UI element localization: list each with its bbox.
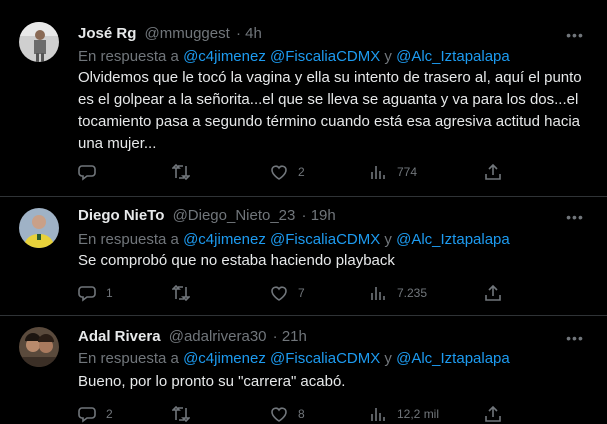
reply-button[interactable] (78, 162, 106, 182)
mention-link[interactable]: @c4jimenez (183, 48, 266, 65)
like-button[interactable]: 7 (270, 283, 305, 303)
timestamp[interactable]: · 21h (273, 328, 307, 345)
reply-context: En respuesta a @c4jimenez @FiscaliaCDMX … (78, 349, 510, 369)
more-icon[interactable]: ••• (565, 331, 585, 351)
user-handle[interactable]: @Diego_Nieto_23 (173, 207, 296, 224)
tweet-actions: 2 8 12,2 mil (78, 404, 518, 424)
views-count: 774 (397, 165, 418, 179)
reply-prefix: En respuesta a (78, 231, 184, 248)
mention-link[interactable]: @FiscaliaCDMX (270, 48, 380, 65)
more-icon[interactable]: ••• (565, 28, 585, 48)
reply-icon (78, 407, 96, 423)
tweet[interactable]: Adal Rivera @adalrivera30 · 21h ••• En r… (0, 316, 607, 423)
tweet-text: Olvidemos que le tocó la vagina y ella s… (78, 69, 582, 152)
tweet-text: Bueno, por lo pronto su "carrera" acabó. (78, 373, 346, 390)
views-icon (371, 408, 385, 421)
views-button[interactable]: 12,2 mil (369, 404, 439, 424)
avatar[interactable] (19, 22, 59, 62)
display-name[interactable]: José Rg (78, 25, 136, 42)
like-count: 7 (298, 286, 305, 300)
mention-link[interactable]: @FiscaliaCDMX (270, 231, 380, 248)
retweet-icon (172, 284, 190, 302)
share-button[interactable] (484, 162, 502, 182)
like-count: 2 (298, 165, 305, 179)
heart-icon (271, 286, 287, 301)
retweet-button[interactable] (172, 404, 200, 424)
views-icon (371, 287, 385, 300)
user-handle[interactable]: @adalrivera30 (169, 328, 267, 345)
avatar[interactable] (19, 208, 59, 248)
like-count: 8 (298, 407, 305, 421)
share-button[interactable] (484, 283, 502, 303)
reply-button[interactable]: 2 (78, 404, 113, 424)
mention-link[interactable]: @c4jimenez (183, 231, 266, 248)
tweet[interactable]: Diego NieTo @Diego_Nieto_23 · 19h ••• En… (0, 197, 607, 315)
reply-and: y (380, 231, 397, 248)
tweet[interactable]: José Rg @mmuggest · 4h ••• En respuesta … (0, 0, 607, 196)
like-button[interactable]: 2 (270, 162, 305, 182)
views-icon (371, 166, 385, 179)
reply-button[interactable]: 1 (78, 283, 113, 303)
like-button[interactable]: 8 (270, 404, 305, 424)
heart-icon (271, 165, 287, 180)
views-count: 12,2 mil (397, 407, 440, 421)
reply-context: En respuesta a @c4jimenez @FiscaliaCDMX … (78, 47, 510, 67)
mention-link[interactable]: @Alc_Iztapalapa (396, 350, 510, 367)
views-count: 7.235 (397, 286, 428, 300)
heart-icon (271, 407, 287, 422)
reply-count: 2 (106, 407, 113, 421)
more-icon[interactable]: ••• (565, 210, 585, 230)
share-button[interactable] (484, 404, 502, 424)
reply-count: 1 (106, 286, 113, 300)
display-name[interactable]: Diego NieTo (78, 207, 164, 224)
reply-prefix: En respuesta a (78, 350, 184, 367)
timestamp[interactable]: · 4h (236, 25, 262, 42)
timestamp[interactable]: · 19h (302, 207, 336, 224)
tweet-actions: 1 7 7.235 (78, 283, 518, 303)
views-button[interactable]: 7.235 (369, 283, 427, 303)
mention-link[interactable]: @Alc_Iztapalapa (396, 231, 510, 248)
avatar[interactable] (19, 327, 59, 367)
views-button[interactable]: 774 (369, 162, 417, 182)
reply-prefix: En respuesta a (78, 48, 184, 65)
tweet-actions: 2 774 (78, 162, 518, 182)
tweet-header: Diego NieTo @Diego_Nieto_23 · 19h (78, 206, 336, 226)
reply-and: y (380, 350, 397, 367)
reply-and: y (380, 48, 397, 65)
tweet-header: José Rg @mmuggest · 4h (78, 24, 262, 44)
share-icon (485, 405, 501, 422)
retweet-icon (172, 163, 190, 181)
user-handle[interactable]: @mmuggest (145, 25, 230, 42)
display-name[interactable]: Adal Rivera (78, 328, 161, 345)
mention-link[interactable]: @c4jimenez (183, 350, 266, 367)
reply-icon (78, 286, 96, 302)
share-icon (485, 163, 501, 180)
reply-icon (78, 165, 96, 181)
reply-context: En respuesta a @c4jimenez @FiscaliaCDMX … (78, 230, 510, 250)
mention-link[interactable]: @Alc_Iztapalapa (396, 48, 510, 65)
retweet-button[interactable] (172, 162, 200, 182)
share-icon (485, 284, 501, 301)
retweet-button[interactable] (172, 283, 200, 303)
retweet-icon (172, 405, 190, 423)
mention-link[interactable]: @FiscaliaCDMX (270, 350, 380, 367)
tweet-text: Se comprobó que no estaba haciendo playb… (78, 252, 395, 269)
tweet-header: Adal Rivera @adalrivera30 · 21h (78, 327, 307, 347)
